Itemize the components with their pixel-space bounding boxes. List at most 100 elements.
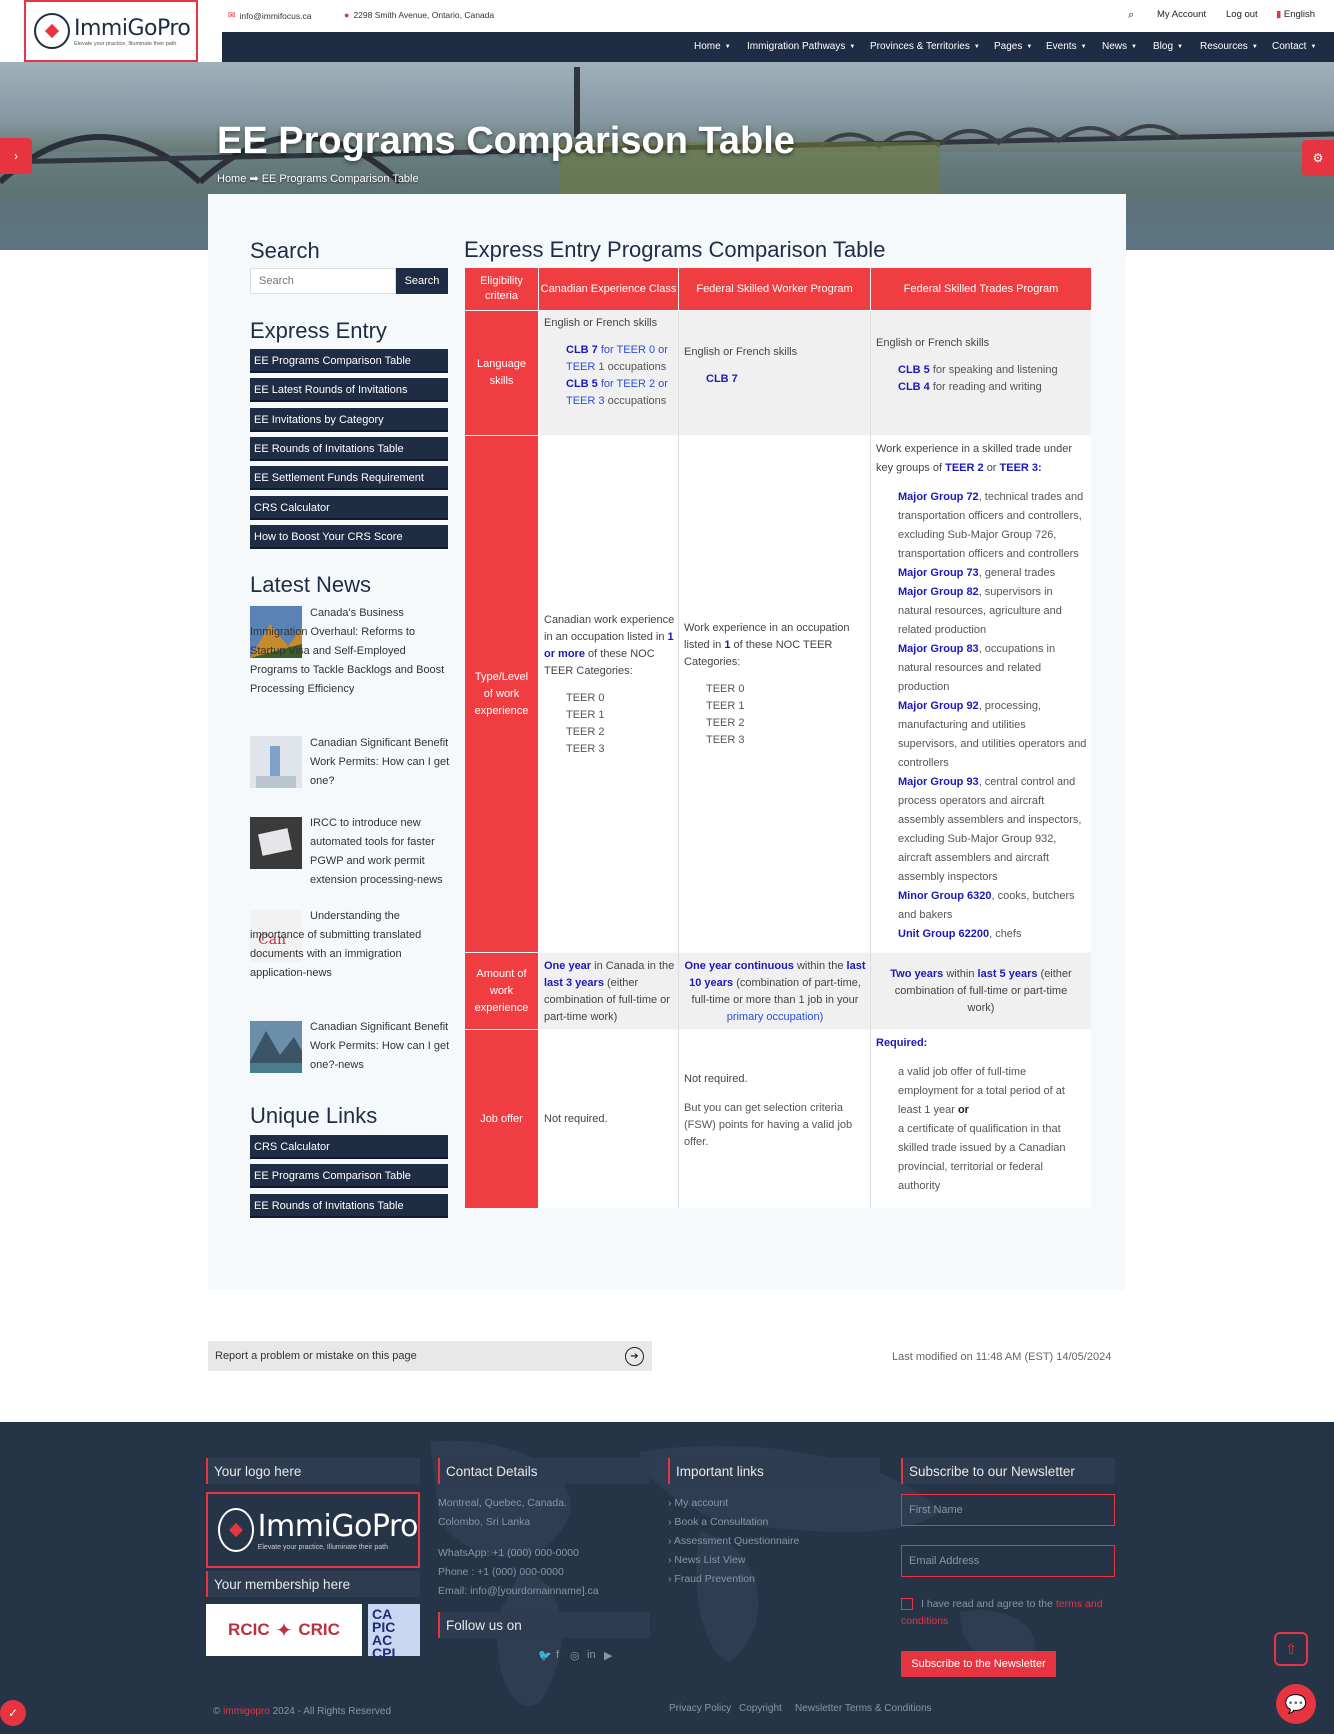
last-modified: Last modified on 11:48 AM (EST) 14/05/20… (892, 1351, 1112, 1363)
ee-link-settlement[interactable]: EE Settlement Funds Requirement (250, 466, 448, 490)
footer-link-consultation[interactable]: › Book a Consultation (668, 1513, 868, 1532)
footer-newsletter-title: Subscribe to our Newsletter (901, 1458, 1115, 1484)
nav-blog[interactable]: Blog ▼ (1153, 41, 1183, 52)
capic-badge: CA PIC AC CPI (368, 1604, 420, 1660)
first-name-input[interactable]: First Name (901, 1494, 1115, 1526)
linkedin-icon[interactable]: in (587, 1649, 596, 1661)
cookie-icon: ✓ (7, 1706, 19, 1720)
breadcrumb-current: EE Programs Comparison Table (261, 173, 419, 185)
unique-link-comparison[interactable]: EE Programs Comparison Table (250, 1164, 448, 1188)
world-map-illustration (430, 1440, 1036, 1706)
footer-link-assessment[interactable]: › Assessment Questionnaire (668, 1532, 868, 1551)
ee-link-comparison[interactable]: EE Programs Comparison Table (250, 349, 448, 373)
footer-link-fraud[interactable]: › Fraud Prevention (668, 1570, 868, 1589)
maple-leaf-icon: ✦ (275, 1619, 293, 1642)
news-thumbnail[interactable] (250, 736, 302, 788)
ee-link-crs-calculator[interactable]: CRS Calculator (250, 496, 448, 520)
youtube-icon[interactable]: ▶ (604, 1649, 612, 1662)
ee-link-rounds-table[interactable]: EE Rounds of Invitations Table (250, 437, 448, 461)
news-item-4[interactable]: Understanding the importance of submitti… (250, 907, 450, 983)
chat-button[interactable]: 💬 (1276, 1684, 1316, 1724)
unique-link-rounds[interactable]: EE Rounds of Invitations Table (250, 1194, 448, 1218)
side-panel-toggle[interactable]: › (0, 138, 32, 174)
facebook-icon[interactable]: f (556, 1649, 559, 1661)
cell-fst-amount: Two years within last 5 years (either co… (890, 968, 1072, 1014)
noc-group: Major Group 92, processing, manufacturin… (898, 700, 1087, 769)
news-item-3[interactable]: IRCC to introduce new automated tools fo… (310, 814, 450, 890)
noc-group: Major Group 82, supervisors in natural r… (898, 586, 1062, 636)
search-icon[interactable]: ⌕ (1128, 9, 1134, 22)
news-item-2[interactable]: Canadian Significant Benefit Work Permit… (310, 734, 450, 791)
header-fsw: Federal Skilled Worker Program (679, 268, 870, 310)
compass-logo-icon (34, 13, 70, 49)
search-input[interactable] (250, 268, 396, 294)
cell-cec-work-type: Canadian work experience in an occupatio… (544, 614, 675, 755)
noc-group: Major Group 72, technical trades and tra… (898, 491, 1084, 560)
nav-home[interactable]: Home ▼ (694, 41, 731, 52)
cell-fsw-job-offer: Not required. But you can get selection … (684, 1073, 853, 1148)
chat-icon: 💬 (1284, 1693, 1308, 1714)
ee-link-by-category[interactable]: EE Invitations by Category (250, 408, 448, 432)
nav-provinces[interactable]: Provinces & Territories ▼ (870, 41, 980, 52)
news-item-1[interactable]: Canada's Business Immigration Overhaul: … (250, 604, 450, 699)
ee-link-boost-crs[interactable]: How to Boost Your CRS Score (250, 525, 448, 549)
copyright-link[interactable]: Copyright (739, 1703, 782, 1714)
language-switcher[interactable]: ▮ English (1276, 9, 1315, 20)
logo-tagline: Elevate your practice, Illuminate their … (74, 40, 177, 47)
footer-logo[interactable]: ImmiGoPro Elevate your practice, Illumin… (206, 1492, 420, 1568)
location-pin-icon: ● (344, 10, 350, 20)
search-button[interactable]: Search (396, 268, 448, 294)
cell-fst-work-type: Work experience in a skilled trade under… (876, 440, 1088, 944)
settings-toggle[interactable]: ⚙ (1302, 140, 1334, 176)
unique-link-crs[interactable]: CRS Calculator (250, 1135, 448, 1159)
news-thumbnail[interactable] (250, 817, 302, 869)
cell-cec-job-offer: Not required. (544, 1113, 608, 1125)
canada-flag-icon: ▮ (1276, 9, 1282, 20)
news-thumbnail[interactable] (250, 1021, 302, 1073)
news-item-5[interactable]: Canadian Significant Benefit Work Permit… (310, 1018, 450, 1075)
footer-links-title: Important links (668, 1458, 880, 1484)
chevron-down-icon: ▼ (1131, 44, 1137, 50)
nav-events[interactable]: Events ▼ (1046, 41, 1087, 52)
top-email[interactable]: ✉ info@immifocus.ca (228, 10, 311, 21)
logo-name: ImmiGoPro (74, 15, 191, 41)
footer-link-news[interactable]: › News List View (668, 1551, 868, 1570)
nav-immigration-pathways[interactable]: Immigration Pathways ▼ (747, 41, 855, 52)
footer-membership-title: Your membership here (206, 1571, 420, 1597)
chevron-right-icon: › (14, 149, 18, 163)
gear-icon: ⚙ (1312, 151, 1324, 165)
chevron-down-icon: ▼ (1026, 44, 1033, 50)
label-work-type: Type/Level of work experience (465, 436, 538, 952)
chevron-down-icon: ▼ (1251, 44, 1258, 50)
email-input[interactable]: Email Address (901, 1545, 1115, 1577)
report-problem-bar[interactable]: Report a problem or mistake on this page (208, 1341, 652, 1371)
footer-link-my-account[interactable]: › My account (668, 1494, 868, 1513)
scroll-to-top-button[interactable]: ⇧ (1274, 1632, 1308, 1666)
arrow-right-circle-icon[interactable]: ➔ (625, 1347, 644, 1366)
page-title: EE Programs Comparison Table (217, 120, 795, 162)
privacy-policy-link[interactable]: Privacy Policy (669, 1703, 731, 1714)
label-work-amount: Amount of work experience (465, 953, 538, 1029)
footer-follow-title: Follow us on (438, 1612, 650, 1638)
unique-links-title: Unique Links (250, 1103, 378, 1128)
ee-link-latest-rounds[interactable]: EE Latest Rounds of Invitations (250, 378, 448, 402)
nav-news[interactable]: News ▼ (1102, 41, 1137, 52)
breadcrumb-home[interactable]: Home (217, 173, 246, 185)
twitter-icon[interactable]: 🐦 (538, 1649, 552, 1662)
nav-contact[interactable]: Contact ▼ (1272, 41, 1316, 52)
footer-logo-title: Your logo here (206, 1458, 420, 1484)
noc-group: Unit Group 62200, chefs (898, 928, 1022, 940)
cookie-consent-button[interactable]: ✓ (0, 1700, 26, 1726)
rcic-badge: RCIC ✦ CRIC (206, 1604, 362, 1656)
subscribe-button[interactable]: Subscribe to the Newsletter (901, 1651, 1056, 1677)
newsletter-terms-link[interactable]: Newsletter Terms & Conditions (795, 1703, 932, 1714)
instagram-icon[interactable]: ◎ (570, 1649, 580, 1662)
my-account-link[interactable]: My Account (1157, 9, 1206, 20)
footer-contact-details: Montreal, Quebec, Canada. Colombo, Sri L… (438, 1497, 599, 1597)
site-logo[interactable]: ImmiGoPro Elevate your practice, Illumin… (24, 0, 198, 62)
noc-group: Major Group 83, occupations in natural r… (898, 643, 1056, 693)
logout-link[interactable]: Log out (1226, 9, 1258, 20)
noc-group: Minor Group 6320, cooks, butchers and ba… (898, 890, 1075, 921)
nav-resources[interactable]: Resources ▼ (1200, 41, 1258, 52)
nav-pages[interactable]: Pages ▼ (994, 41, 1032, 52)
